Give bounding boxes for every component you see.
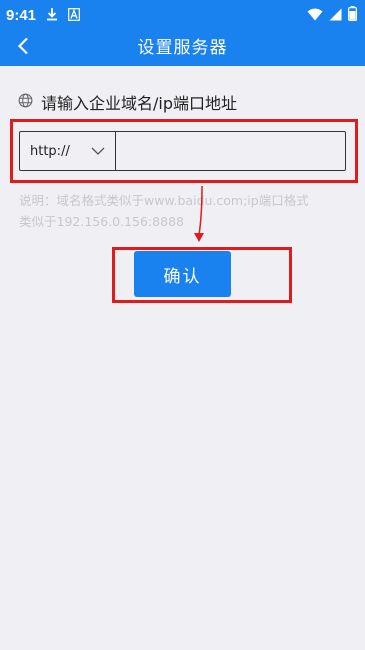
font-a-icon (68, 6, 80, 25)
server-address-field: http:// (19, 131, 346, 171)
confirm-button[interactable]: 确认 (134, 251, 231, 297)
signal-icon (329, 6, 342, 25)
battery-icon (348, 5, 358, 25)
download-icon (46, 6, 58, 25)
format-hint-line-2: 类似于192.156.0.156:8888 (19, 214, 184, 229)
format-hint: 说明：域名格式类似于www.baidu.com;ip端口格式 类似于192.15… (19, 190, 354, 232)
wifi-icon (307, 6, 323, 25)
page-title: 设置服务器 (137, 38, 228, 58)
status-bar: 9:41 (0, 0, 365, 30)
annotation-arrow (194, 185, 204, 242)
chevron-left-icon (17, 37, 29, 59)
format-hint-line-1: 说明：域名格式类似于www.baidu.com;ip端口格式 (19, 193, 309, 208)
status-time: 9:41 (6, 6, 37, 24)
server-label-row: 请输入企业域名/ip端口地址 (18, 90, 237, 114)
chevron-down-icon (91, 144, 105, 159)
server-label: 请输入企业域名/ip端口地址 (41, 94, 237, 113)
protocol-value: http:// (30, 143, 70, 159)
globe-icon (18, 93, 33, 112)
protocol-select[interactable]: http:// (20, 132, 116, 170)
app-bar: 设置服务器 (0, 30, 365, 66)
back-button[interactable] (10, 34, 36, 62)
server-address-input[interactable] (116, 132, 345, 170)
